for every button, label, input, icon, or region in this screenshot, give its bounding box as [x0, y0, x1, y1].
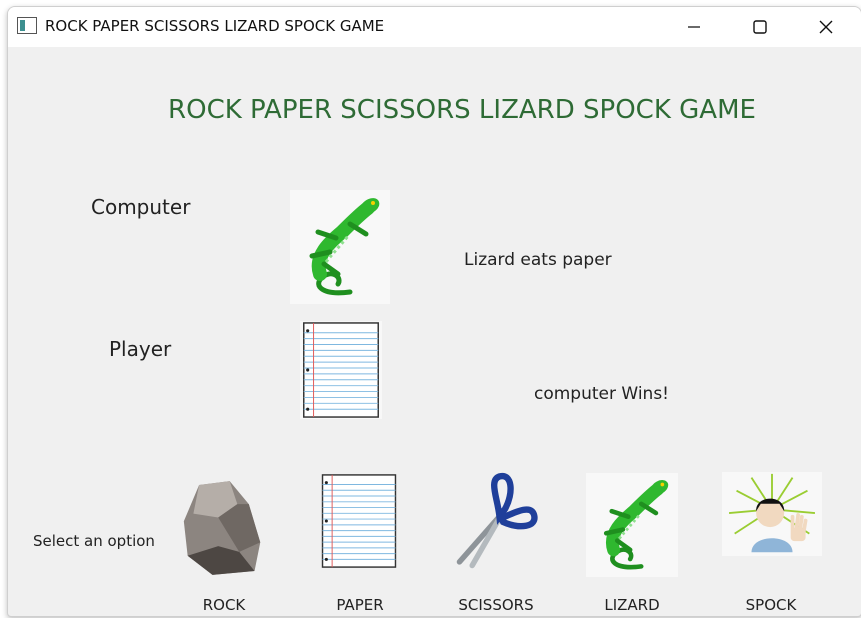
lizard-icon: [586, 473, 678, 577]
app-window: ROCK PAPER SCISSORS LIZARD SPOCK GAME RO…: [7, 6, 861, 617]
computer-label: Computer: [91, 195, 191, 219]
close-icon: [819, 20, 833, 34]
rock-label[interactable]: ROCK: [164, 596, 284, 614]
scissors-icon: [446, 471, 542, 571]
player-label: Player: [109, 337, 172, 361]
player-choice-image: [300, 321, 382, 419]
lizard-icon: [290, 190, 390, 304]
maximize-icon: [753, 20, 767, 34]
result-text: computer Wins!: [534, 384, 669, 404]
lizard-label[interactable]: LIZARD: [572, 596, 692, 614]
computer-choice-image: [290, 190, 390, 304]
spock-label[interactable]: SPOCK: [711, 596, 831, 614]
paper-label[interactable]: PAPER: [300, 596, 420, 614]
app-icon: [17, 17, 37, 34]
page-title: ROCK PAPER SCISSORS LIZARD SPOCK GAME: [168, 95, 756, 125]
minimize-button[interactable]: [664, 7, 724, 47]
rule-text: Lizard eats paper: [464, 250, 612, 270]
paper-icon: [300, 321, 382, 419]
window-title: ROCK PAPER SCISSORS LIZARD SPOCK GAME: [45, 17, 385, 35]
rock-icon: [180, 475, 266, 581]
paper-button[interactable]: [320, 473, 398, 569]
minimize-icon: [688, 26, 700, 28]
scissors-label[interactable]: SCISSORS: [436, 596, 556, 614]
paper-icon: [320, 473, 398, 569]
lizard-button[interactable]: [586, 473, 678, 577]
select-option-label: Select an option: [33, 532, 155, 550]
scissors-button[interactable]: [446, 471, 542, 571]
spock-button[interactable]: [722, 472, 822, 556]
maximize-button[interactable]: [730, 7, 790, 47]
rock-button[interactable]: [180, 475, 266, 581]
close-button[interactable]: [796, 7, 856, 47]
title-bar: ROCK PAPER SCISSORS LIZARD SPOCK GAME: [8, 7, 861, 47]
spock-icon: [722, 472, 822, 556]
